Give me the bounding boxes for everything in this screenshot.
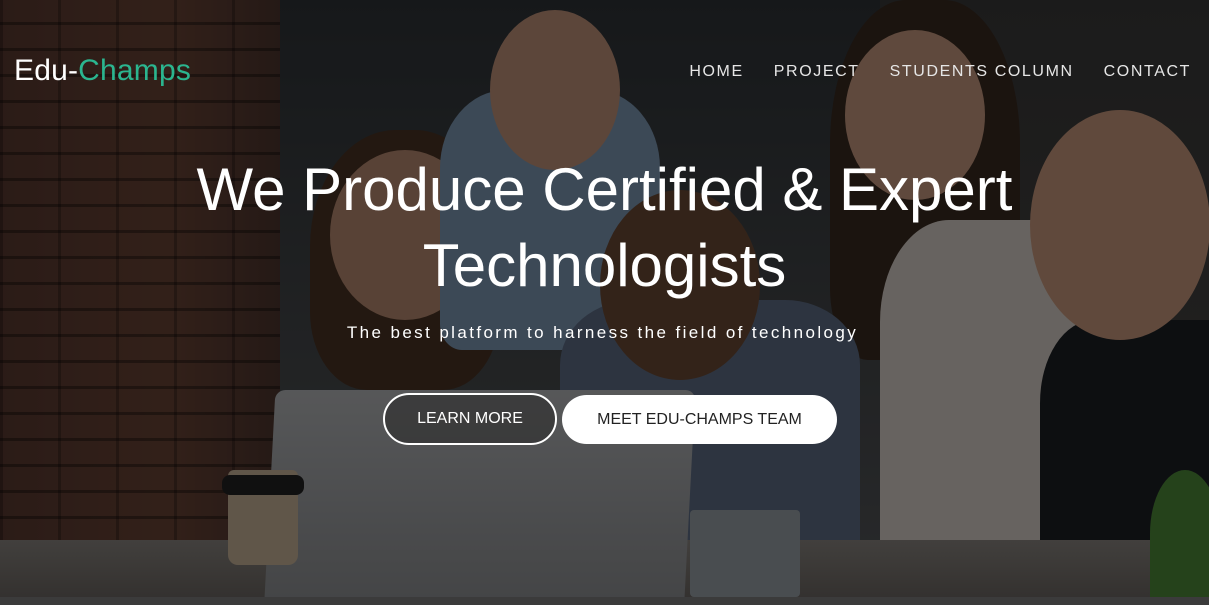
hero-section: Edu-Champs HOME PROJECT STUDENTS COLUMN … xyxy=(0,0,1209,597)
nav-item-students-column[interactable]: STUDENTS COLUMN xyxy=(890,63,1074,81)
hero-headline-line1: We Produce Certified & Expert xyxy=(196,156,1013,223)
brand-highlight: Champs xyxy=(78,54,192,87)
hero-headline-line2: Technologists xyxy=(422,232,787,299)
main-nav: HOME PROJECT STUDENTS COLUMN CONTACT xyxy=(689,63,1191,81)
nav-item-home[interactable]: HOME xyxy=(689,63,743,81)
nav-item-contact[interactable]: CONTACT xyxy=(1104,63,1191,81)
hero-subtitle: The best platform to harness the field o… xyxy=(346,323,859,342)
nav-item-project[interactable]: PROJECT xyxy=(774,63,860,81)
brand-logo[interactable]: Edu-Champs xyxy=(14,54,191,88)
learn-more-button[interactable]: LEARN MORE xyxy=(383,393,557,445)
brand-prefix: Edu- xyxy=(14,54,79,87)
bottom-strip xyxy=(0,597,1209,605)
meet-team-button[interactable]: MEET EDU-CHAMPS TEAM xyxy=(562,395,837,444)
hero-headline: We Produce Certified & Expert Technologi… xyxy=(0,152,1209,304)
